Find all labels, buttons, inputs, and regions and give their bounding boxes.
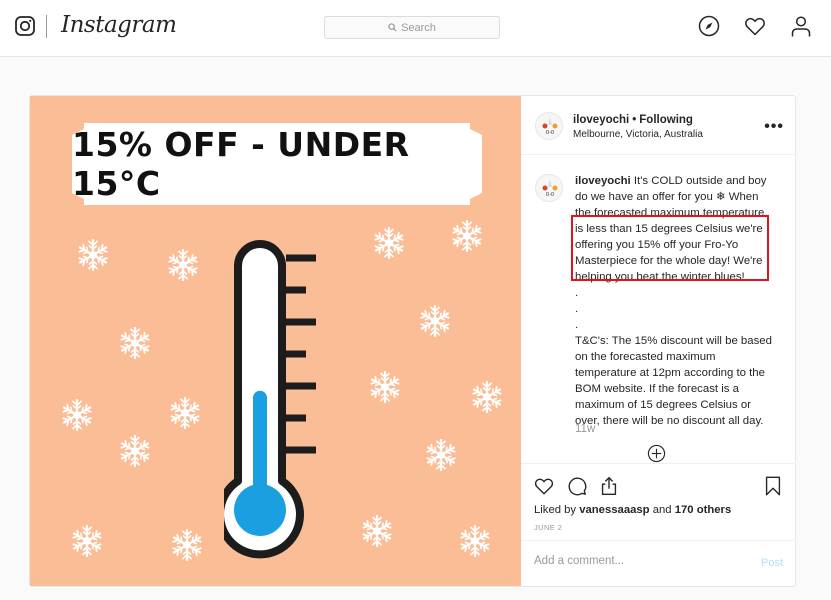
post-comment-button[interactable]: Post <box>761 557 783 569</box>
search-input[interactable]: Search <box>324 16 500 39</box>
nav-icon-group <box>697 14 813 38</box>
likes-middle: and <box>652 504 672 516</box>
snowflake-icon <box>120 434 150 468</box>
author-username[interactable]: iloveyochi <box>573 114 629 126</box>
post-date[interactable]: JUNE 2 <box>534 523 562 532</box>
post-card: 15% OFF - UNDER 15°C 0-0 iloveyochi • Fo… <box>29 95 796 587</box>
post-side-panel: 0-0 iloveyochi • Following Melbourne, Vict… <box>521 96 796 586</box>
load-more-comments-icon[interactable] <box>647 444 666 463</box>
post-location[interactable]: Melbourne, Victoria, Australia <box>573 129 703 140</box>
separator-dot: • <box>632 114 637 126</box>
caption-terms: T&C's: The 15% discount will be based on… <box>575 335 772 427</box>
search-placeholder: Search <box>401 21 436 34</box>
like-heart-icon[interactable] <box>533 475 555 497</box>
author-line: iloveyochi • Following <box>573 114 693 126</box>
top-navigation-bar: Instagram Search <box>0 0 831 57</box>
likes-summary: Liked by vanessaaasp and 170 others <box>534 504 731 516</box>
snowflake-icon <box>370 370 400 404</box>
yochi-logo-icon: 0-0 <box>542 117 558 136</box>
snowflake-icon <box>362 514 392 548</box>
snowflake-icon <box>168 248 198 282</box>
explore-compass-icon[interactable] <box>697 14 721 38</box>
snowflake-icon <box>460 524 490 558</box>
more-options-button[interactable]: ••• <box>764 118 784 136</box>
caption-dot: . <box>575 319 579 331</box>
snowflake-icon <box>420 304 450 338</box>
thermometer-bulb <box>234 484 286 536</box>
following-button[interactable]: Following <box>639 114 693 126</box>
post-header: 0-0 iloveyochi • Following Melbourne, Vict… <box>521 96 796 155</box>
snowflake-icon <box>170 396 200 430</box>
yochi-logo-icon: 0-0 <box>542 179 558 198</box>
snowflake-icon <box>374 226 404 260</box>
likes-prefix: Liked by <box>534 504 577 516</box>
liked-by-user[interactable]: vanessaaasp <box>579 504 649 516</box>
comment-bubble-icon[interactable] <box>566 475 588 497</box>
snowflake-icon <box>62 398 92 432</box>
add-comment-section: Post <box>521 540 796 586</box>
activity-heart-icon[interactable] <box>743 14 767 38</box>
comment-input[interactable] <box>534 555 734 567</box>
caption-highlighted-text: is less than 15 degrees Celsius we're of… <box>575 223 763 283</box>
snowflake-icon <box>452 219 482 253</box>
caption-dots: . . . <box>575 285 775 333</box>
thermometer-ticks <box>286 254 316 454</box>
share-icon[interactable] <box>598 475 620 497</box>
bookmark-icon[interactable] <box>762 475 784 497</box>
snowflake-icon <box>78 238 108 272</box>
likes-others-link[interactable]: 170 others <box>675 504 732 516</box>
post-caption: iloveyochi It's COLD outside and boy do … <box>575 173 775 429</box>
caption-avatar[interactable]: 0-0 <box>535 174 563 202</box>
caption-dot: . <box>575 303 579 315</box>
snowflake-icon <box>426 438 456 472</box>
thermometer-illustration <box>224 240 316 559</box>
post-image[interactable]: 15% OFF - UNDER 15°C <box>30 96 521 586</box>
instagram-wordmark[interactable]: Instagram <box>61 12 177 38</box>
caption-time-ago: 11w <box>575 423 596 435</box>
svg-text:0-0: 0-0 <box>546 192 554 198</box>
snowflake-icon <box>72 524 102 558</box>
post-actions: Liked by vanessaaasp and 170 others JUNE… <box>521 463 796 541</box>
promo-banner-text-wrap: 15% OFF - UNDER 15°C <box>72 123 482 205</box>
search-icon <box>388 23 397 32</box>
caption-username[interactable]: iloveyochi <box>575 175 631 187</box>
snowflake-icon <box>120 326 150 360</box>
snowflake-icon <box>172 528 202 562</box>
snowflake-icon <box>472 380 502 414</box>
instagram-glyph-icon[interactable] <box>15 16 35 36</box>
svg-text:0-0: 0-0 <box>546 130 554 136</box>
author-avatar[interactable]: 0-0 <box>535 112 563 140</box>
nav-divider <box>46 15 47 38</box>
profile-person-icon[interactable] <box>789 14 813 38</box>
caption-dot: . <box>575 287 579 299</box>
comments-section[interactable]: 0-0 iloveyochi It's COLD outside and boy… <box>521 156 796 463</box>
promo-banner-text: 15% OFF - UNDER 15°C <box>72 125 410 203</box>
